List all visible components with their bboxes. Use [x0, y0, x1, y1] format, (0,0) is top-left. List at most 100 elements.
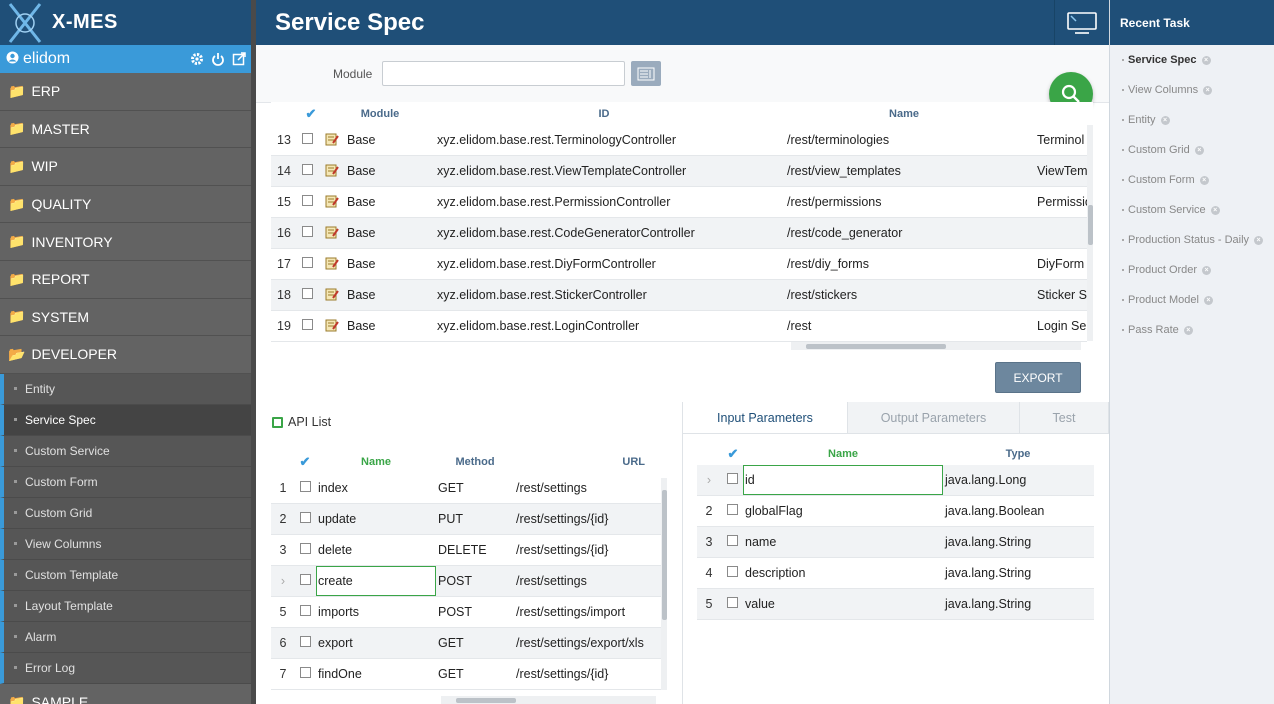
- sidebar-item-view-columns[interactable]: View Columns: [0, 528, 251, 560]
- recent-task-item[interactable]: View Columns ×: [1110, 75, 1274, 105]
- menu-wip[interactable]: 📁 WIP: [0, 148, 251, 186]
- menu-master[interactable]: 📁 MASTER: [0, 110, 251, 149]
- row-checkbox[interactable]: [301, 226, 313, 237]
- recent-task-item[interactable]: Entity ×: [1110, 105, 1274, 135]
- table-row[interactable]: 5 value java.lang.String: [697, 589, 1094, 620]
- select-all-check-icon[interactable]: ✔: [723, 446, 743, 462]
- edit-icon[interactable]: [325, 287, 339, 301]
- row-checkbox[interactable]: [301, 257, 313, 268]
- name-cell[interactable]: id: [743, 465, 943, 495]
- name-cell[interactable]: value: [743, 589, 943, 619]
- export-button[interactable]: EXPORT: [995, 362, 1081, 393]
- app-logo[interactable]: X-MES: [0, 0, 251, 45]
- column-id[interactable]: ID: [429, 108, 779, 120]
- table-row[interactable]: 15 Base xyz.elidom.base.rest.PermissionCon…: [271, 187, 1087, 218]
- table-row[interactable]: 18 Base xyz.elidom.base.rest.StickerContro…: [271, 280, 1087, 311]
- close-icon[interactable]: ×: [1160, 115, 1170, 125]
- row-checkbox[interactable]: [301, 288, 313, 299]
- edit-icon[interactable]: [325, 225, 339, 239]
- name-cell[interactable]: description: [743, 558, 943, 588]
- table-row[interactable]: 17 Base xyz.elidom.base.rest.DiyFormContro…: [271, 249, 1087, 280]
- sidebar-item-layout-template[interactable]: Layout Template: [0, 590, 251, 622]
- table-row[interactable]: 3 name java.lang.String: [697, 527, 1094, 558]
- select-all-check-icon[interactable]: ✔: [291, 106, 331, 122]
- column-url[interactable]: URL: [515, 456, 645, 468]
- table-row[interactable]: › create POST/rest/settings: [271, 566, 661, 597]
- table-row[interactable]: 5 imports POST/rest/settings/import: [271, 597, 661, 628]
- recent-task-item[interactable]: Product Order ×: [1110, 255, 1274, 285]
- row-checkbox[interactable]: [301, 164, 313, 175]
- row-checkbox[interactable]: [726, 504, 738, 515]
- sidebar-item-custom-grid[interactable]: Custom Grid: [0, 497, 251, 529]
- sidebar-item-alarm[interactable]: Alarm: [0, 621, 251, 653]
- sidebar-item-custom-form[interactable]: Custom Form: [0, 466, 251, 498]
- menu-developer[interactable]: 📂 DEVELOPER: [0, 336, 251, 374]
- name-cell[interactable]: delete: [316, 535, 436, 565]
- row-checkbox[interactable]: [300, 636, 311, 647]
- table-row[interactable]: 3 delete DELETE/rest/settings/{id}: [271, 535, 661, 566]
- name-cell[interactable]: imports: [316, 597, 436, 627]
- close-icon[interactable]: ×: [1194, 145, 1204, 155]
- close-icon[interactable]: ×: [1254, 235, 1264, 245]
- close-icon[interactable]: ×: [1202, 265, 1212, 275]
- recent-task-item[interactable]: Production Status - Daily ×: [1110, 225, 1274, 255]
- table-row[interactable]: 16 Base xyz.elidom.base.rest.CodeGenerator…: [271, 218, 1087, 249]
- close-icon[interactable]: ×: [1199, 175, 1209, 185]
- vertical-scrollbar[interactable]: [1087, 125, 1093, 341]
- table-row[interactable]: 1 index GET/rest/settings: [271, 473, 661, 504]
- sidebar-item-service-spec[interactable]: Service Spec: [0, 404, 251, 436]
- row-checkbox[interactable]: [726, 473, 738, 484]
- table-row[interactable]: 13 Base xyz.elidom.base.rest.TerminologyCo…: [271, 125, 1087, 156]
- name-cell[interactable]: findOne: [316, 659, 436, 689]
- sidebar-item-custom-service[interactable]: Custom Service: [0, 435, 251, 467]
- name-cell[interactable]: name: [743, 527, 943, 557]
- column-method[interactable]: Method: [435, 456, 515, 468]
- row-checkbox[interactable]: [300, 481, 311, 492]
- menu-system[interactable]: 📁 SYSTEM: [0, 298, 251, 337]
- table-row[interactable]: 19 Base xyz.elidom.base.rest.LoginControll…: [271, 311, 1087, 342]
- list-button[interactable]: [631, 61, 662, 86]
- menu-report[interactable]: 📁 REPORT: [0, 260, 251, 299]
- column-type[interactable]: Type: [943, 448, 1093, 460]
- edit-icon[interactable]: [325, 163, 339, 177]
- tab-test[interactable]: Test: [1020, 402, 1109, 433]
- row-checkbox[interactable]: [301, 195, 313, 206]
- menu-erp[interactable]: 📁 ERP: [0, 73, 251, 111]
- menu-quality[interactable]: 📁 QUALITY: [0, 185, 251, 224]
- recent-task-item[interactable]: Pass Rate ×: [1110, 315, 1274, 345]
- name-cell[interactable]: globalFlag: [743, 496, 943, 526]
- power-icon[interactable]: [209, 50, 227, 68]
- horizontal-scrollbar[interactable]: [441, 696, 656, 704]
- name-cell[interactable]: update: [316, 504, 436, 534]
- sidebar-item-custom-template[interactable]: Custom Template: [0, 559, 251, 591]
- name-cell[interactable]: index: [316, 473, 436, 503]
- name-cell[interactable]: create: [316, 566, 436, 596]
- row-checkbox[interactable]: [301, 133, 313, 144]
- table-row[interactable]: › id java.lang.Long: [697, 465, 1094, 496]
- recent-task-item[interactable]: Custom Form ×: [1110, 165, 1274, 195]
- table-row[interactable]: 14 Base xyz.elidom.base.rest.ViewTemplateC…: [271, 156, 1087, 187]
- horizontal-scrollbar[interactable]: [791, 342, 1081, 350]
- recent-task-item[interactable]: Product Model ×: [1110, 285, 1274, 315]
- monitor-icon[interactable]: [1054, 0, 1109, 45]
- column-name[interactable]: Name: [779, 108, 1029, 120]
- close-icon[interactable]: ×: [1201, 55, 1211, 65]
- table-row[interactable]: 4 description java.lang.String: [697, 558, 1094, 589]
- name-cell[interactable]: export: [316, 628, 436, 658]
- recent-task-item[interactable]: Service Spec ×: [1110, 45, 1274, 75]
- table-row[interactable]: 2 globalFlag java.lang.Boolean: [697, 496, 1094, 527]
- row-checkbox[interactable]: [726, 535, 738, 546]
- recent-task-item[interactable]: Custom Service ×: [1110, 195, 1274, 225]
- sidebar-item-entity[interactable]: Entity: [0, 373, 251, 405]
- row-checkbox[interactable]: [300, 605, 311, 616]
- edit-icon[interactable]: [325, 132, 339, 146]
- column-name[interactable]: Name: [743, 448, 943, 460]
- tab-output-parameters[interactable]: Output Parameters: [848, 402, 1020, 433]
- table-row[interactable]: 7 findOne GET/rest/settings/{id}: [271, 659, 661, 690]
- row-checkbox[interactable]: [726, 566, 738, 577]
- row-checkbox[interactable]: [300, 543, 311, 554]
- external-link-icon[interactable]: [230, 50, 248, 68]
- gear-icon[interactable]: [188, 50, 206, 68]
- row-checkbox[interactable]: [300, 574, 311, 585]
- table-row[interactable]: 2 update PUT/rest/settings/{id}: [271, 504, 661, 535]
